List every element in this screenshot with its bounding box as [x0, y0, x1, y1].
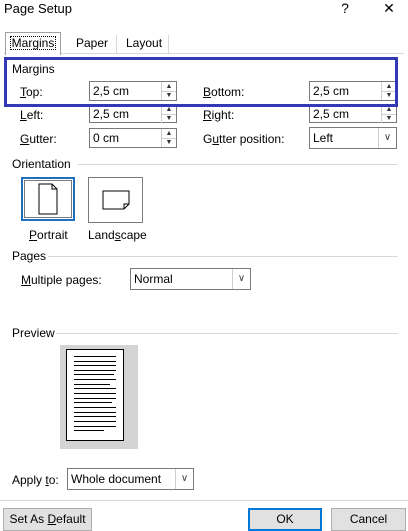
portrait-page-icon [38, 183, 58, 215]
gutter-position-value: Left [313, 131, 334, 145]
tab-layout[interactable]: Layout [120, 33, 168, 53]
preview-section-title: Preview [12, 326, 55, 340]
section-divider [48, 256, 398, 257]
landscape-page-icon [102, 190, 130, 210]
highlight-box [4, 57, 398, 107]
tab-margins[interactable]: Margins [5, 32, 61, 55]
multiple-pages-value: Normal [134, 272, 173, 286]
tab-margins-label: Margins [9, 36, 57, 50]
portrait-label: Portrait [29, 228, 68, 242]
help-button[interactable]: ? [330, 0, 360, 16]
preview-page [66, 349, 124, 441]
portrait-option[interactable] [21, 177, 75, 221]
window-title: Page Setup [4, 1, 72, 16]
tab-separator [168, 35, 169, 53]
left-margin-value[interactable]: 2,5 cm [93, 107, 129, 121]
apply-to-value: Whole document [71, 472, 162, 486]
gutter-position-select[interactable]: Left ∨ [309, 127, 397, 149]
section-divider [56, 333, 398, 334]
spin-down-icon[interactable]: ▼ [382, 114, 396, 123]
landscape-option[interactable] [88, 177, 143, 223]
spin-down-icon[interactable]: ▼ [162, 114, 176, 123]
gutter-value[interactable]: 0 cm [93, 131, 119, 145]
section-divider [78, 164, 398, 165]
chevron-down-icon[interactable]: ∨ [378, 128, 396, 148]
multiple-pages-label: Multiple pages: [21, 273, 102, 287]
footer-divider [0, 500, 408, 501]
tab-paper[interactable]: Paper [70, 33, 114, 53]
apply-to-label: Apply to: [12, 473, 59, 487]
multiple-pages-select[interactable]: Normal ∨ [130, 268, 251, 290]
gutter-position-label: Gutter position: [203, 132, 285, 146]
set-as-default-button[interactable]: Set As Default [3, 508, 92, 531]
cancel-button[interactable]: Cancel [331, 508, 406, 531]
right-margin-value[interactable]: 2,5 cm [313, 107, 349, 121]
right-label: Right: [203, 108, 235, 122]
left-label: Left: [20, 108, 44, 122]
close-button[interactable]: ✕ [374, 0, 404, 16]
gutter-label: Gutter: [20, 132, 57, 146]
tab-strip-line [4, 53, 404, 54]
tab-separator [116, 35, 117, 53]
apply-to-select[interactable]: Whole document ∨ [67, 468, 194, 490]
landscape-label: Landscape [88, 228, 147, 242]
spin-down-icon[interactable]: ▼ [162, 138, 176, 147]
pages-section-title: Pages [12, 249, 47, 263]
chevron-down-icon[interactable]: ∨ [232, 269, 250, 289]
gutter-spinner[interactable]: 0 cm ▲ ▼ [89, 128, 177, 148]
orientation-section-title: Orientation [12, 157, 71, 171]
ok-button[interactable]: OK [248, 508, 322, 531]
chevron-down-icon[interactable]: ∨ [175, 469, 193, 489]
